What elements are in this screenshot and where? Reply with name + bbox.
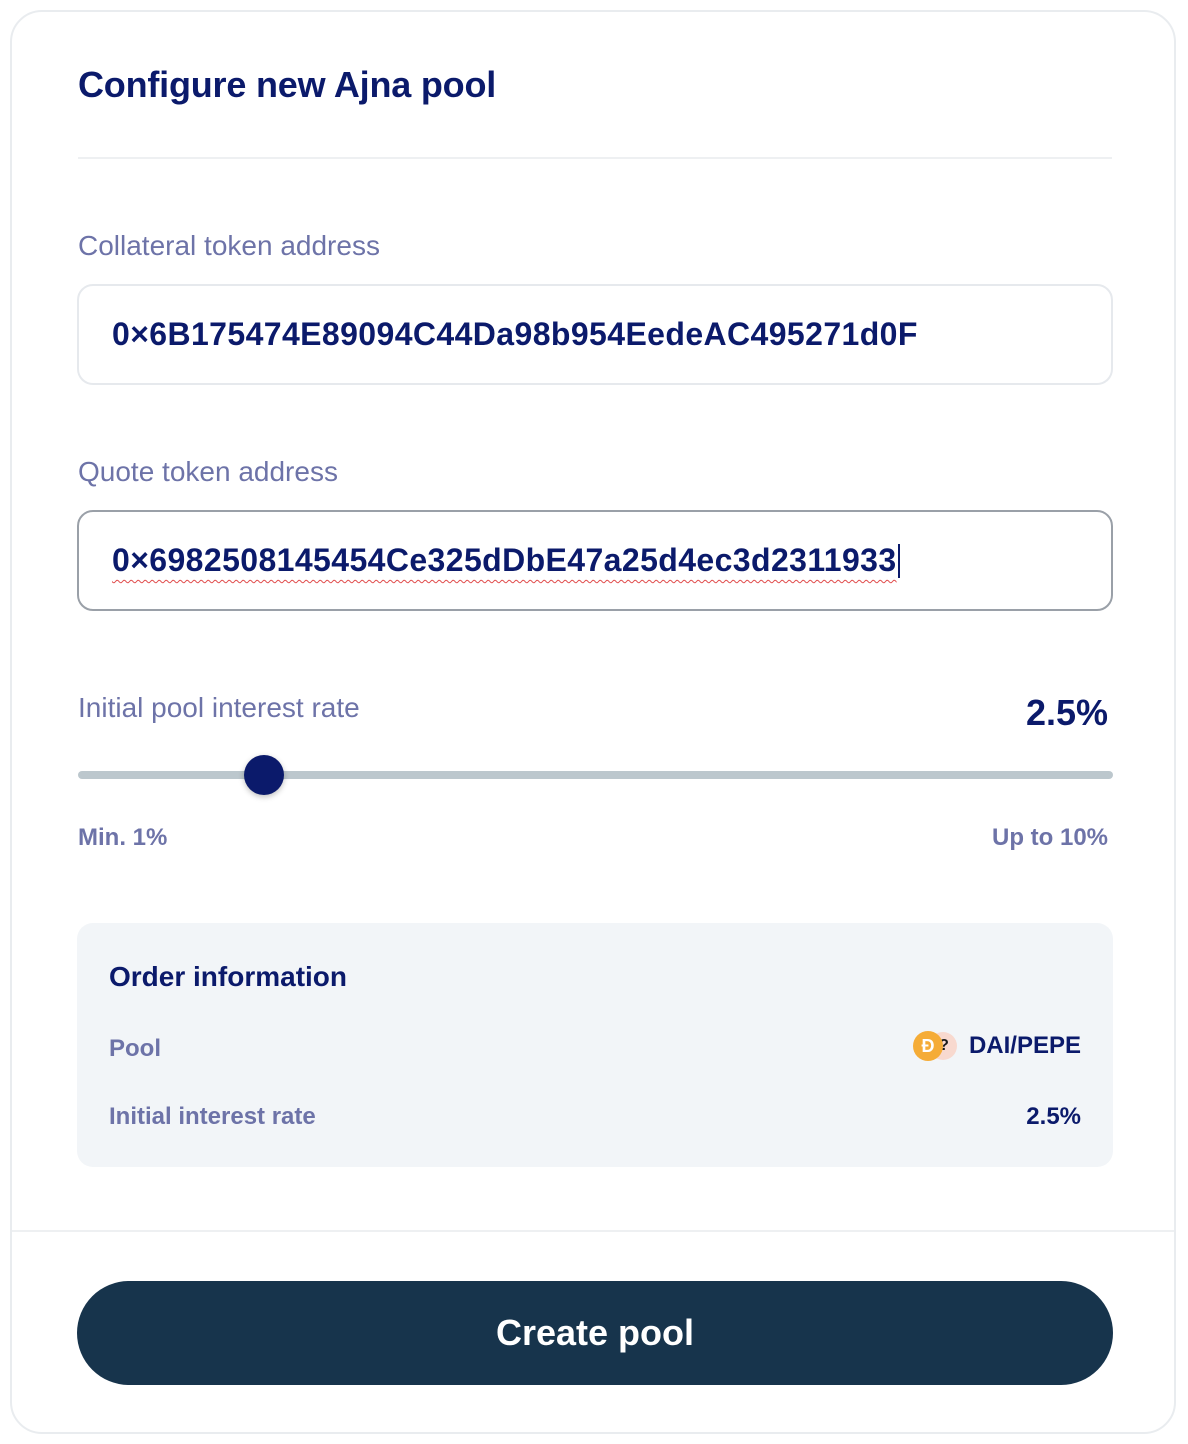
page-title: Configure new Ajna pool bbox=[78, 64, 497, 105]
quote-address-value: 0×6982508145454Ce325dDbE47a25d4ec3d23119… bbox=[112, 542, 897, 578]
collateral-address-label: Collateral token address bbox=[78, 230, 380, 261]
interest-rate-slider-thumb[interactable] bbox=[244, 755, 285, 795]
create-pool-card: Configure new Ajna pool Collateral token… bbox=[10, 10, 1176, 1434]
order-pool-label: Pool bbox=[109, 1035, 161, 1062]
create-pool-button[interactable]: Create pool bbox=[77, 1281, 1113, 1385]
interest-rate-slider-track[interactable] bbox=[78, 771, 1113, 779]
collateral-address-input[interactable]: 0×6B175474E89094C44Da98b954EedeAC495271d… bbox=[77, 284, 1113, 385]
quote-address-label: Quote token address bbox=[78, 456, 338, 487]
interest-rate-label: Initial pool interest rate bbox=[78, 692, 360, 723]
dai-token-icon: Ð bbox=[912, 1031, 943, 1061]
header-divider bbox=[78, 157, 1112, 159]
order-pool-value: ? Ð DAI/PEPE bbox=[912, 1031, 1081, 1061]
order-information-title: Order information bbox=[109, 961, 348, 992]
order-rate-label: Initial interest rate bbox=[109, 1103, 316, 1130]
order-rate-value: 2.5% bbox=[1026, 1103, 1081, 1130]
slider-max-label: Up to 10% bbox=[991, 824, 1108, 851]
order-information-panel: Order information Pool ? Ð DAI/PEPE Init… bbox=[77, 923, 1113, 1167]
footer-divider bbox=[12, 1230, 1174, 1232]
pool-pair-text: DAI/PEPE bbox=[968, 1032, 1081, 1059]
text-cursor bbox=[897, 543, 900, 578]
quote-address-input[interactable]: 0×6982508145454Ce325dDbE47a25d4ec3d23119… bbox=[77, 510, 1113, 611]
slider-min-label: Min. 1% bbox=[78, 824, 168, 851]
pool-token-icons: ? Ð bbox=[912, 1031, 959, 1061]
collateral-address-value: 0×6B175474E89094C44Da98b954EedeAC495271d… bbox=[112, 316, 918, 352]
interest-rate-value: 2.5% bbox=[1025, 692, 1108, 733]
